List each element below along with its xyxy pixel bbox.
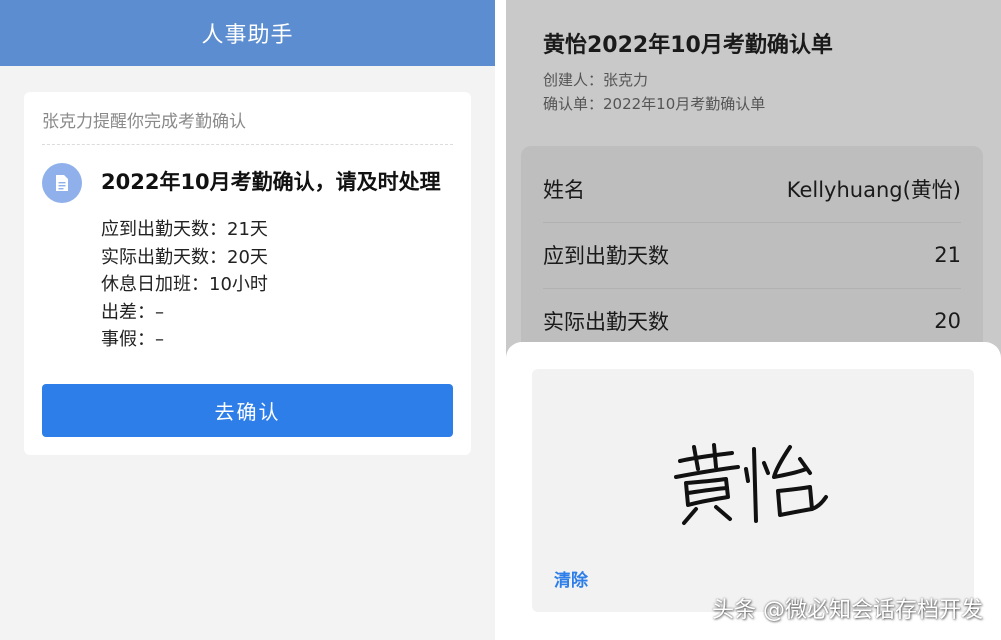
info-row-name: 姓名 Kellyhuang(黄怡) [543,156,961,223]
row-label: 应到出勤天数 [543,244,669,268]
row-label: 实际出勤天数 [543,310,669,334]
detail-business-trip: 出差：– [101,301,164,323]
detail-required-days: 应到出勤天数：21天 [101,219,268,240]
panel-separator [495,0,506,640]
signature-pad[interactable]: 清除 [532,369,974,612]
info-row-required-days: 应到出勤天数 21 [543,222,961,289]
form-name-label: 确认单：2022年10月考勤确认单 [543,95,766,113]
row-label: 姓名 [543,178,585,202]
attendance-details: 应到出勤天数：21天 实际出勤天数：20天 休息日加班：10小时 出差：– 事假… [101,216,268,354]
go-confirm-button[interactable]: 去确认 [42,384,453,437]
app-title: 人事助手 [201,23,294,48]
app-header: 人事助手 [0,0,495,66]
attendance-confirmation-panel: 黄怡2022年10月考勤确认单 创建人：张克力 确认单：2022年10月考勤确认… [506,0,1001,640]
detail-actual-days: 实际出勤天数：20天 [101,246,268,268]
attendance-message-card[interactable]: 张克力提醒你完成考勤确认 2022年10月考勤确认，请及时处理 应到出勤天数：2… [24,92,471,455]
document-icon [42,163,82,203]
reminder-text: 张克力提醒你完成考勤确认 [42,112,246,132]
confirmation-title: 黄怡2022年10月考勤确认单 [543,33,833,58]
hr-assistant-panel: 人事助手 张克力提醒你完成考勤确认 2022年10月考勤确认，请及时处理 应到出… [0,0,495,640]
row-value: Kellyhuang(黄怡) [786,178,961,202]
detail-personal-leave: 事假：– [101,329,164,350]
watermark: 头条 @微必知会话存档开发 [712,598,983,623]
row-value: 20 [934,309,961,333]
divider [42,144,453,145]
clear-signature-button[interactable]: 清除 [554,566,588,591]
row-value: 21 [934,243,961,267]
detail-weekend-overtime: 休息日加班：10小时 [101,274,268,295]
message-heading: 2022年10月考勤确认，请及时处理 [101,170,441,194]
handwritten-signature [674,443,828,525]
creator-label: 创建人：张克力 [543,71,649,89]
